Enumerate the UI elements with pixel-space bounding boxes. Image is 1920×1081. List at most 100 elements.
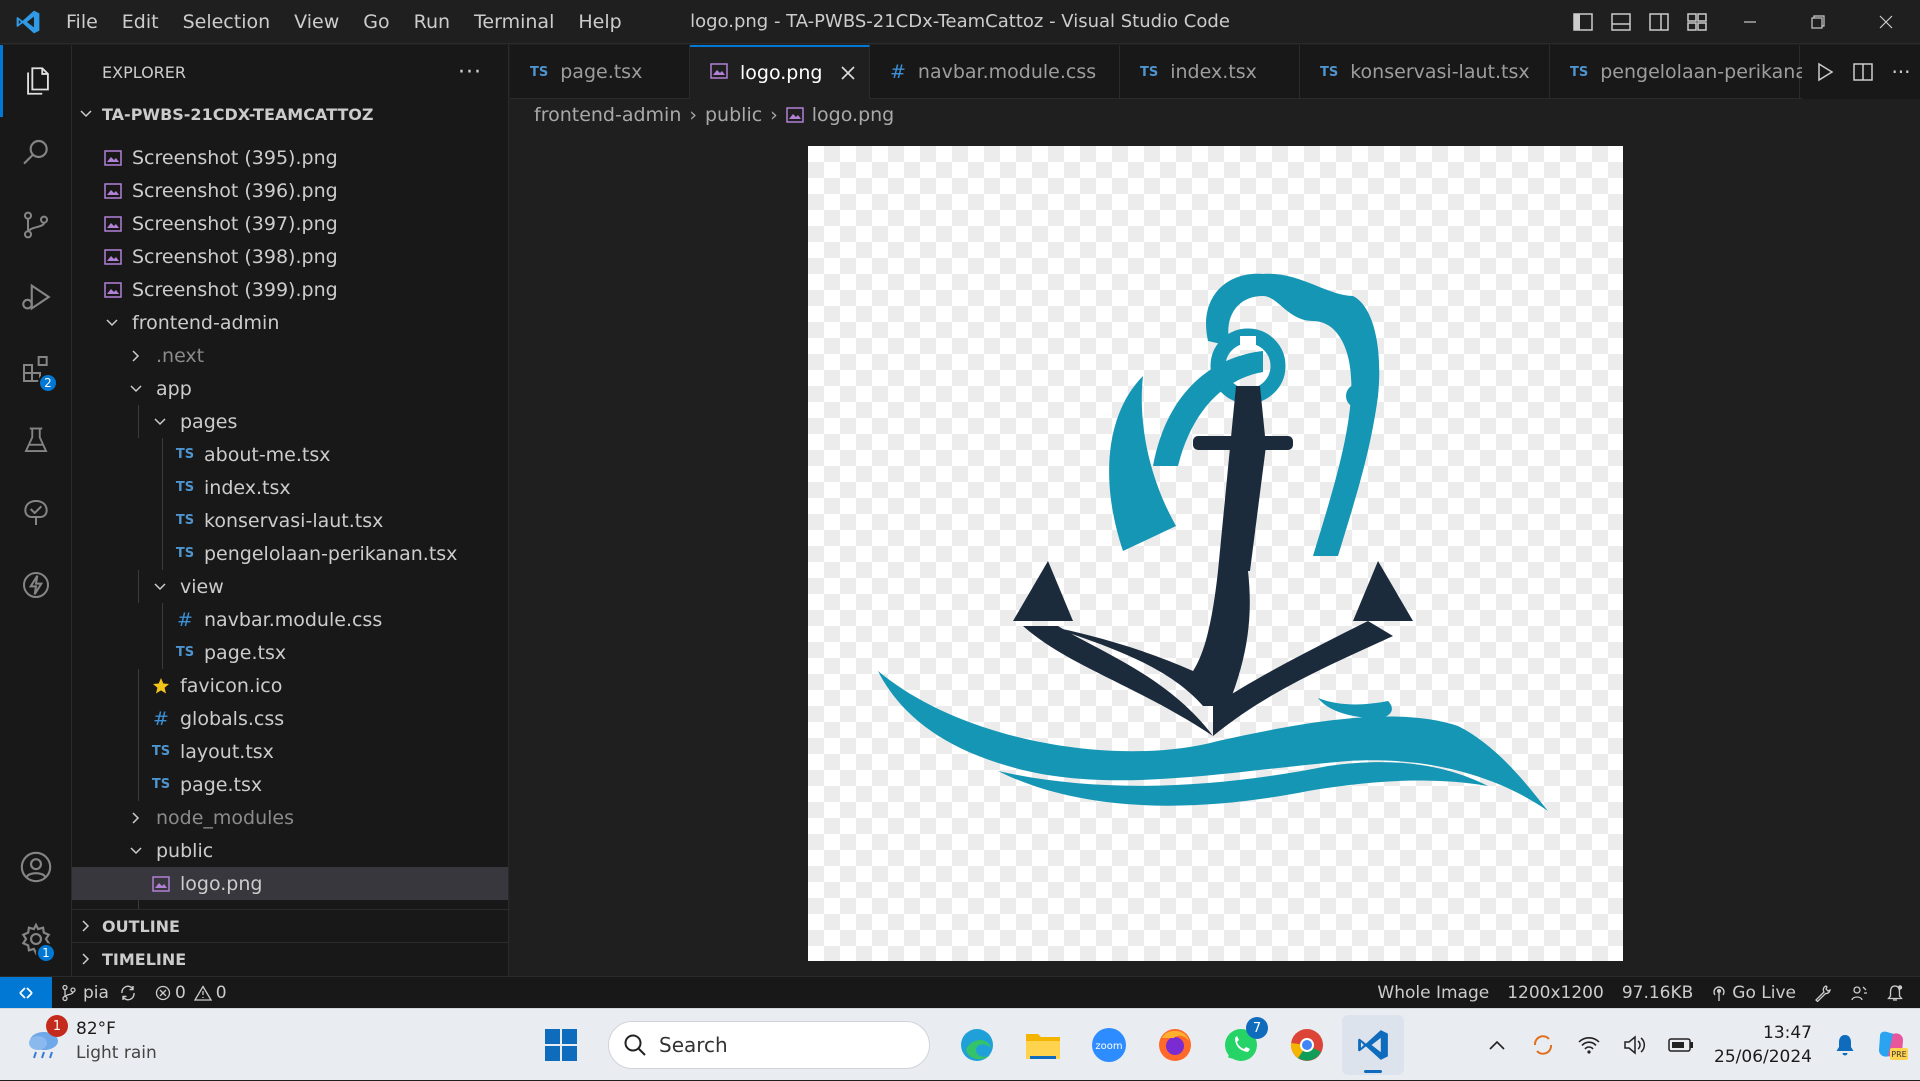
tree-item[interactable]: TS about-me.tsx bbox=[72, 438, 508, 471]
problems-status[interactable]: 0 0 bbox=[146, 983, 236, 1003]
feedback-icon[interactable] bbox=[1841, 984, 1877, 1002]
notification-bell-icon[interactable] bbox=[1822, 1015, 1868, 1075]
tree-item[interactable]: public bbox=[72, 834, 508, 867]
tree-item[interactable]: TS konservasi-laut.tsx bbox=[72, 504, 508, 537]
sync-icon[interactable] bbox=[119, 984, 137, 1002]
notifications-icon[interactable] bbox=[1877, 984, 1920, 1002]
toggle-panel-icon[interactable] bbox=[1602, 0, 1640, 44]
wifi-icon[interactable] bbox=[1566, 1015, 1612, 1075]
menu-go[interactable]: Go bbox=[351, 0, 401, 44]
tree-item-label: pengelolaan-perikanan.tsx bbox=[204, 542, 458, 565]
customize-layout-icon[interactable] bbox=[1678, 0, 1716, 44]
menu-help[interactable]: Help bbox=[566, 0, 633, 44]
source-control-icon[interactable] bbox=[0, 189, 72, 261]
typescript-icon: TS bbox=[175, 480, 195, 495]
copilot-icon[interactable]: PRE bbox=[1868, 1015, 1914, 1075]
clock[interactable]: 13:47 25/06/2024 bbox=[1704, 1021, 1822, 1069]
tab-index-tsx[interactable]: TS index.tsx bbox=[1120, 45, 1300, 99]
more-actions-icon[interactable]: ··· bbox=[458, 60, 482, 85]
file-explorer-icon[interactable] bbox=[1012, 1015, 1074, 1075]
minimize-icon[interactable] bbox=[1716, 0, 1784, 44]
menu-selection[interactable]: Selection bbox=[171, 0, 283, 44]
remote-tree-icon[interactable] bbox=[0, 477, 72, 549]
image-zoom-mode[interactable]: Whole Image bbox=[1368, 983, 1498, 1003]
menu-run[interactable]: Run bbox=[402, 0, 462, 44]
firefox-icon[interactable] bbox=[1144, 1015, 1206, 1075]
whatsapp-icon[interactable]: 7 bbox=[1210, 1015, 1272, 1075]
chevron-up-icon[interactable] bbox=[1474, 1015, 1520, 1075]
tree-item[interactable]: Screenshot (396).png bbox=[72, 174, 508, 207]
workspace-root[interactable]: TA-PWBS-21CDX-TEAMCATTOZ bbox=[72, 99, 508, 129]
timeline-section[interactable]: TIMELINE bbox=[72, 942, 508, 975]
run-file-icon[interactable] bbox=[1806, 50, 1844, 94]
tree-item[interactable]: next.svg bbox=[72, 900, 508, 909]
tree-item[interactable]: node_modules bbox=[72, 801, 508, 834]
tree-item[interactable]: .next bbox=[72, 339, 508, 372]
weather-widget[interactable]: 1 82°F Light rain bbox=[24, 1015, 157, 1065]
tree-item[interactable]: TS pengelolaan-perikanan.tsx bbox=[72, 537, 508, 570]
tree-item[interactable]: TS index.tsx bbox=[72, 471, 508, 504]
split-editor-icon[interactable] bbox=[1844, 50, 1882, 94]
thunder-icon[interactable] bbox=[0, 549, 72, 621]
tree-item[interactable]: app bbox=[72, 372, 508, 405]
tab-pengelolaan-perikanan[interactable]: TS pengelolaan-perikana bbox=[1550, 45, 1807, 99]
search-icon[interactable] bbox=[0, 117, 72, 189]
remote-indicator-icon[interactable] bbox=[0, 976, 52, 1009]
taskbar-search[interactable]: Search bbox=[608, 1021, 930, 1069]
manage-gear-icon[interactable]: 1 bbox=[0, 903, 72, 975]
close-window-icon[interactable] bbox=[1852, 0, 1920, 44]
tree-item[interactable]: TS layout.tsx bbox=[72, 735, 508, 768]
close-tab-icon[interactable] bbox=[841, 66, 855, 80]
tree-item[interactable]: logo.png bbox=[72, 867, 508, 900]
breadcrumb-item[interactable]: public bbox=[705, 104, 762, 126]
tree-item[interactable]: TS page.tsx bbox=[72, 636, 508, 669]
tree-item[interactable]: Screenshot (399).png bbox=[72, 273, 508, 306]
chrome-icon[interactable] bbox=[1276, 1015, 1338, 1075]
account-icon[interactable] bbox=[0, 831, 72, 903]
menu-view[interactable]: View bbox=[282, 0, 351, 44]
tree-item[interactable]: Screenshot (397).png bbox=[72, 207, 508, 240]
tools-icon[interactable] bbox=[1805, 984, 1841, 1002]
run-debug-icon[interactable] bbox=[0, 261, 72, 333]
battery-icon[interactable] bbox=[1658, 1015, 1704, 1075]
toggle-primary-sidebar-icon[interactable] bbox=[1564, 0, 1602, 44]
tab-logo-png[interactable]: logo.png bbox=[690, 45, 870, 99]
breadcrumb-item[interactable]: logo.png bbox=[812, 104, 894, 126]
explorer-icon[interactable] bbox=[0, 45, 72, 117]
start-windows-icon[interactable] bbox=[530, 1015, 592, 1075]
go-live-button[interactable]: Go Live bbox=[1702, 983, 1805, 1003]
testing-icon[interactable] bbox=[0, 405, 72, 477]
branch-status[interactable]: pia bbox=[52, 983, 146, 1003]
tree-item[interactable]: favicon.ico bbox=[72, 669, 508, 702]
vscode-taskbar-icon[interactable] bbox=[1342, 1015, 1404, 1075]
menu-file[interactable]: File bbox=[54, 0, 110, 44]
sync-tray-icon[interactable] bbox=[1520, 1015, 1566, 1075]
typescript-icon: TS bbox=[175, 513, 195, 528]
menu-terminal[interactable]: Terminal bbox=[462, 0, 566, 44]
tree-item[interactable]: Screenshot (395).png bbox=[72, 141, 508, 174]
breadcrumb-item[interactable]: frontend-admin bbox=[534, 104, 681, 126]
tree-item[interactable]: pages bbox=[72, 405, 508, 438]
tree-item[interactable]: # navbar.module.css bbox=[72, 603, 508, 636]
tree-item[interactable]: # globals.css bbox=[72, 702, 508, 735]
menu-edit[interactable]: Edit bbox=[110, 0, 171, 44]
edge-browser-icon[interactable] bbox=[946, 1015, 1008, 1075]
editor-more-icon[interactable]: ··· bbox=[1882, 50, 1920, 94]
tree-item[interactable]: view bbox=[72, 570, 508, 603]
tree-item[interactable]: frontend-admin bbox=[72, 306, 508, 339]
tree-item[interactable]: TS page.tsx bbox=[72, 768, 508, 801]
extensions-icon[interactable]: 2 bbox=[0, 333, 72, 405]
tree-item[interactable]: Screenshot (398).png bbox=[72, 240, 508, 273]
restore-icon[interactable] bbox=[1784, 0, 1852, 44]
toggle-secondary-sidebar-icon[interactable] bbox=[1640, 0, 1678, 44]
image-preview[interactable] bbox=[808, 146, 1623, 961]
tab-navbar-css[interactable]: # navbar.module.css bbox=[870, 45, 1120, 99]
tab-konservasi-laut[interactable]: TS konservasi-laut.tsx bbox=[1300, 45, 1550, 99]
tab-page-tsx[interactable]: TS page.tsx bbox=[510, 45, 690, 99]
indent-guide bbox=[138, 570, 139, 603]
zoom-icon[interactable]: zoom bbox=[1078, 1015, 1140, 1075]
image-dimensions: 1200x1200 bbox=[1507, 982, 1604, 1003]
outline-section[interactable]: OUTLINE bbox=[72, 909, 508, 942]
tree-item-label: app bbox=[156, 377, 192, 400]
volume-icon[interactable] bbox=[1612, 1015, 1658, 1075]
